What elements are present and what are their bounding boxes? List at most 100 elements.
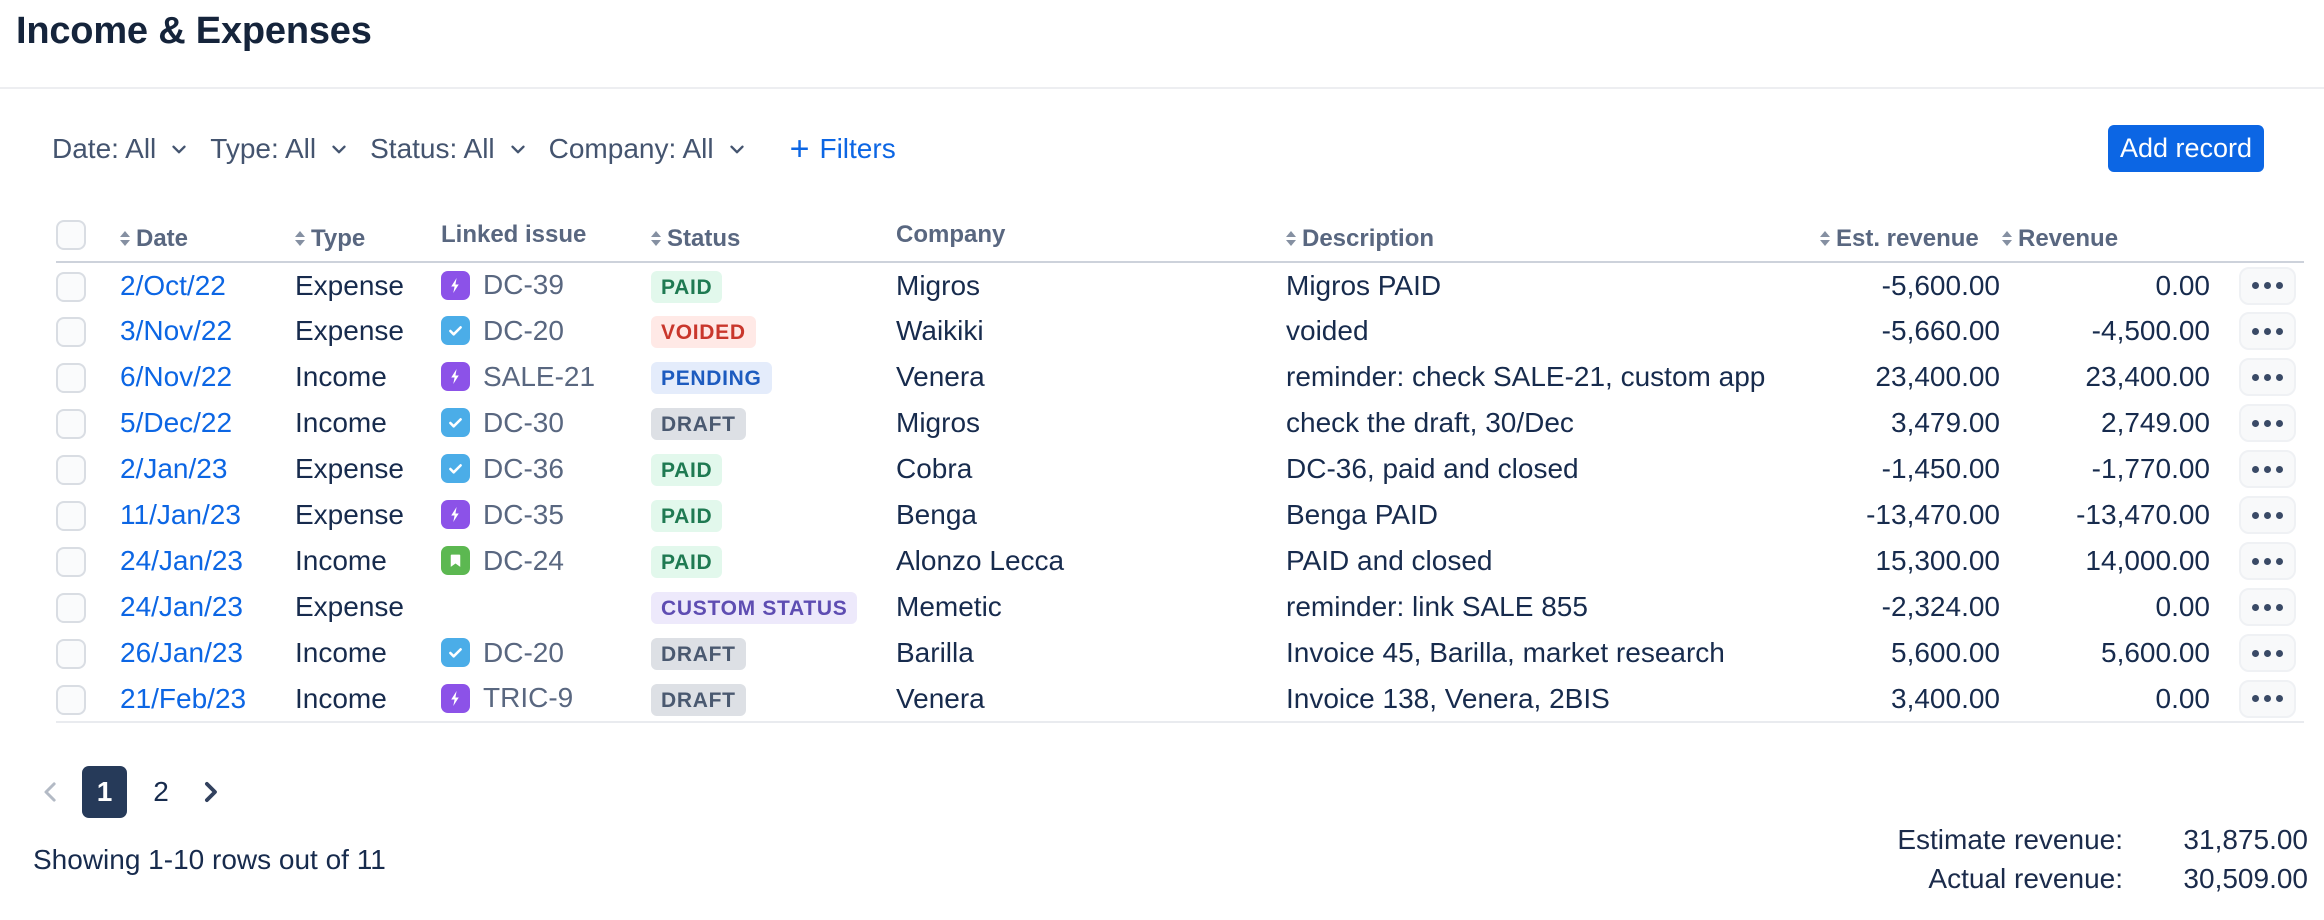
row-description: check the draft, 30/Dec <box>1286 400 1820 446</box>
table-row: 24/Jan/23 Expense CUSTOM STATUS Memetic … <box>56 584 2304 630</box>
row-date-link[interactable]: 24/Jan/23 <box>120 545 243 576</box>
row-status-badge: CUSTOM STATUS <box>651 592 857 624</box>
row-issue-key: DC-35 <box>483 499 564 531</box>
row-actions-button[interactable] <box>2239 542 2296 580</box>
row-checkbox[interactable] <box>56 593 86 623</box>
row-checkbox[interactable] <box>56 455 86 485</box>
add-record-button[interactable]: Add record <box>2108 125 2264 172</box>
row-checkbox[interactable] <box>56 409 86 439</box>
row-issue-key: SALE-21 <box>483 361 595 393</box>
row-revenue: -4,500.00 <box>2002 308 2212 354</box>
row-actions-button[interactable] <box>2239 358 2296 396</box>
column-header-status[interactable]: Status <box>667 225 740 253</box>
pagination: 1 2 <box>36 766 225 818</box>
row-issue-key: DC-36 <box>483 453 564 485</box>
table-row: 2/Jan/23 Expense DC-36 PAID Cobra DC-36,… <box>56 446 2304 492</box>
row-revenue: 14,000.00 <box>2002 538 2212 584</box>
sort-icon[interactable] <box>295 231 305 246</box>
row-actions-button[interactable] <box>2239 267 2296 305</box>
filter-company[interactable]: Company: All <box>549 133 748 165</box>
row-actions-button[interactable] <box>2239 634 2296 672</box>
column-header-date[interactable]: Date <box>136 225 188 253</box>
table-row: 11/Jan/23 Expense DC-35 PAID Benga Benga… <box>56 492 2304 538</box>
row-issue-key: DC-30 <box>483 407 564 439</box>
row-date-link[interactable]: 26/Jan/23 <box>120 637 243 668</box>
row-actions-button[interactable] <box>2239 496 2296 534</box>
row-est-revenue: 5,600.00 <box>1820 630 2002 676</box>
row-checkbox[interactable] <box>56 363 86 393</box>
table-row: 6/Nov/22 Income SALE-21 PENDING Venera r… <box>56 354 2304 400</box>
row-date-link[interactable]: 2/Oct/22 <box>120 270 226 301</box>
column-header-company: Company <box>896 221 1005 249</box>
pagination-page-2[interactable]: 2 <box>143 766 179 818</box>
row-actions-button[interactable] <box>2239 312 2296 350</box>
filter-status[interactable]: Status: All <box>370 133 529 165</box>
row-checkbox[interactable] <box>56 547 86 577</box>
check-icon <box>441 638 470 667</box>
row-company: Barilla <box>896 630 1286 676</box>
row-date-link[interactable]: 2/Jan/23 <box>120 453 227 484</box>
select-all-checkbox[interactable] <box>56 220 86 250</box>
row-description: Migros PAID <box>1286 262 1820 308</box>
filter-date[interactable]: Date: All <box>52 133 190 165</box>
column-header-description[interactable]: Description <box>1302 225 1434 253</box>
row-company: Migros <box>896 262 1286 308</box>
row-date-link[interactable]: 24/Jan/23 <box>120 591 243 622</box>
check-icon <box>441 408 470 437</box>
row-actions-button[interactable] <box>2239 588 2296 626</box>
row-est-revenue: 3,400.00 <box>1820 676 2002 722</box>
filter-type[interactable]: Type: All <box>210 133 350 165</box>
row-description: Invoice 138, Venera, 2BIS <box>1286 676 1820 722</box>
row-revenue: 0.00 <box>2002 262 2212 308</box>
row-company: Cobra <box>896 446 1286 492</box>
sort-icon[interactable] <box>120 231 130 246</box>
row-checkbox[interactable] <box>56 639 86 669</box>
row-checkbox[interactable] <box>56 501 86 531</box>
row-checkbox[interactable] <box>56 685 86 715</box>
row-date-link[interactable]: 5/Dec/22 <box>120 407 232 438</box>
row-est-revenue: 15,300.00 <box>1820 538 2002 584</box>
row-date-link[interactable]: 21/Feb/23 <box>120 683 246 714</box>
row-type: Income <box>295 538 441 584</box>
row-company: Migros <box>896 400 1286 446</box>
row-est-revenue: -1,450.00 <box>1820 446 2002 492</box>
row-est-revenue: -5,600.00 <box>1820 262 2002 308</box>
row-checkbox[interactable] <box>56 272 86 302</box>
row-company: Waikiki <box>896 308 1286 354</box>
row-revenue: -1,770.00 <box>2002 446 2212 492</box>
sort-icon[interactable] <box>1286 231 1296 246</box>
column-header-type[interactable]: Type <box>311 225 365 253</box>
sort-icon[interactable] <box>2002 231 2012 246</box>
row-date-link[interactable]: 11/Jan/23 <box>120 499 241 530</box>
column-header-est-revenue[interactable]: Est. revenue <box>1836 225 1979 253</box>
row-actions-button[interactable] <box>2239 404 2296 442</box>
sort-icon[interactable] <box>651 231 661 246</box>
page-title: Income & Expenses <box>16 10 372 53</box>
row-type: Expense <box>295 492 441 538</box>
row-revenue: 23,400.00 <box>2002 354 2212 400</box>
row-revenue: -13,470.00 <box>2002 492 2212 538</box>
table-row: 2/Oct/22 Expense DC-39 PAID Migros Migro… <box>56 262 2304 308</box>
pagination-next-button[interactable] <box>195 777 225 807</box>
add-filters-button[interactable]: + Filters <box>790 132 896 166</box>
row-actions-button[interactable] <box>2239 450 2296 488</box>
table-row: 26/Jan/23 Income DC-20 DRAFT Barilla Inv… <box>56 630 2304 676</box>
row-type: Expense <box>295 584 441 630</box>
rows-summary: Showing 1-10 rows out of 11 <box>33 844 386 876</box>
column-header-revenue[interactable]: Revenue <box>2018 225 2118 253</box>
row-checkbox[interactable] <box>56 317 86 347</box>
row-est-revenue: -2,324.00 <box>1820 584 2002 630</box>
row-status-badge: DRAFT <box>651 408 746 440</box>
pagination-prev-button[interactable] <box>36 777 66 807</box>
sort-icon[interactable] <box>1820 231 1830 246</box>
row-status-badge: PAID <box>651 454 722 486</box>
row-date-link[interactable]: 3/Nov/22 <box>120 315 232 346</box>
row-status-badge: DRAFT <box>651 684 746 716</box>
row-actions-button[interactable] <box>2239 680 2296 718</box>
row-revenue: 5,600.00 <box>2002 630 2212 676</box>
row-date-link[interactable]: 6/Nov/22 <box>120 361 232 392</box>
row-description: voided <box>1286 308 1820 354</box>
toolbar: Date: All Type: All Status: All Company:… <box>52 125 2294 173</box>
pagination-page-1[interactable]: 1 <box>82 766 127 818</box>
table-row: 3/Nov/22 Expense DC-20 VOIDED Waikiki vo… <box>56 308 2304 354</box>
